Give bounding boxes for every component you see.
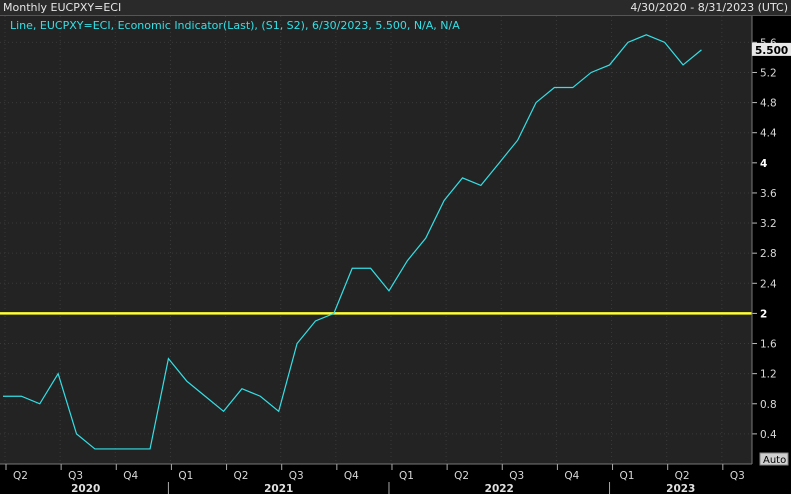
x-tick-label: Q2 (234, 470, 249, 482)
y-tick-label: 2.4 (760, 278, 777, 290)
year-label: 2023 (666, 483, 695, 494)
x-tick-label: Q3 (509, 470, 524, 482)
y-tick-label: 2.8 (760, 248, 777, 260)
x-tick-label: Q2 (675, 470, 690, 482)
y-tick-label: 2 (760, 308, 767, 320)
x-tick-label: Q1 (399, 470, 414, 482)
y-tick-label: 4.4 (760, 128, 777, 140)
x-tick-label: Q4 (564, 470, 579, 482)
y-tick-label: 3.2 (760, 218, 777, 230)
y-tick-label: 0.4 (760, 429, 777, 441)
y-axis: 0.40.81.21.622.42.83.23.644.44.85.25.65.… (751, 16, 791, 464)
y-tick-label: 1.6 (760, 339, 777, 351)
x-tick-label: Q3 (289, 470, 304, 482)
year-label: 2021 (264, 483, 293, 494)
chart-header: Monthly EUCPXY=ECI 4/30/2020 - 8/31/2023… (0, 0, 791, 16)
y-tick-label: 0.8 (760, 399, 777, 411)
year-label: 2020 (71, 483, 100, 494)
x-tick-label: Q3 (730, 470, 745, 482)
auto-button[interactable]: Auto (759, 452, 789, 466)
date-range: 4/30/2020 - 8/31/2023 (UTC) (630, 1, 788, 14)
chart-area[interactable]: Line, EUCPXY=ECI, Economic Indicator(Las… (0, 16, 791, 494)
x-tick-label: Q4 (123, 470, 138, 482)
y-tick-label: 1.2 (760, 369, 777, 381)
y-tick-label: 3.6 (760, 188, 777, 200)
last-value-label: 5.500 (755, 45, 788, 57)
y-tick-label: 5.2 (760, 67, 777, 79)
x-axis: Q2 Q3 Q4 Q1 Q2 Q3 Q4 Q1 Q2 Q3 Q4 Q1 Q2 Q32020 2021 2022… (0, 463, 752, 494)
plot-background (0, 16, 752, 464)
x-tick-label: Q4 (344, 470, 359, 482)
year-label: 2022 (485, 483, 514, 494)
x-tick-label: Q2 (13, 470, 28, 482)
auto-button-label: Auto (763, 455, 786, 466)
x-tick-label: Q1 (620, 470, 635, 482)
y-tick-label: 4.8 (760, 98, 777, 110)
x-tick-label: Q2 (454, 470, 469, 482)
x-tick-label: Q1 (178, 470, 193, 482)
x-tick-label: Q3 (68, 470, 83, 482)
y-tick-label: 4 (760, 158, 767, 170)
chart-title: Monthly EUCPXY=ECI (3, 1, 122, 14)
series-legend: Line, EUCPXY=ECI, Economic Indicator(Las… (10, 19, 460, 32)
